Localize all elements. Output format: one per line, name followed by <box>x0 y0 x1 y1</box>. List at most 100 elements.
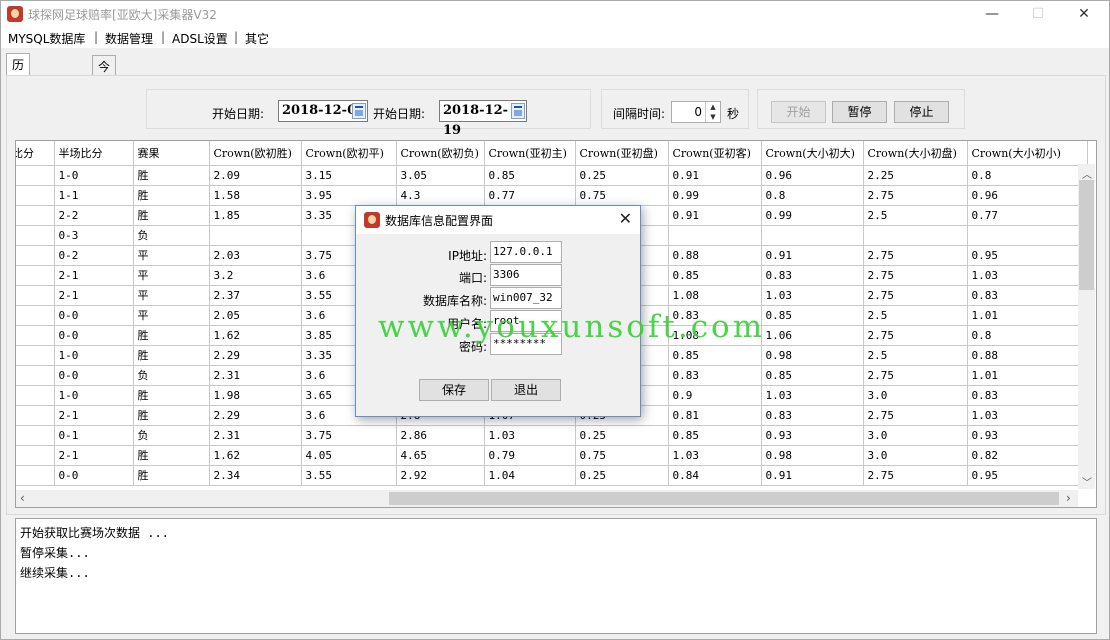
table-cell[interactable]: 0-0 <box>54 465 134 486</box>
horizontal-scroll-thumb[interactable] <box>389 492 1059 505</box>
table-cell[interactable]: 1.08 <box>668 285 762 306</box>
table-cell[interactable] <box>668 225 762 246</box>
table-cell[interactable]: 1.03 <box>967 265 1088 286</box>
table-cell[interactable]: 2.75 <box>863 265 968 286</box>
column-header[interactable]: Crown(亚初盘) <box>575 141 669 166</box>
table-cell[interactable]: 负 <box>133 365 210 386</box>
column-header[interactable]: Crown(欧初胜) <box>209 141 302 166</box>
table-cell[interactable]: 1-1 <box>54 185 134 206</box>
table-cell[interactable]: 0.99 <box>761 205 864 226</box>
table-cell[interactable]: 2-1 <box>54 265 134 286</box>
table-cell[interactable]: 1.98 <box>209 385 302 406</box>
table-cell[interactable]: 0.95 <box>967 465 1088 486</box>
table-cell[interactable]: 2-1 <box>54 285 134 306</box>
table-cell[interactable]: 0.8 <box>967 165 1088 186</box>
table-cell[interactable]: 胜 <box>133 385 210 406</box>
table-cell[interactable]: 胜 <box>133 185 210 206</box>
table-cell[interactable]: 1.01 <box>967 365 1088 386</box>
dbname-field[interactable]: win007_32 <box>490 287 562 309</box>
table-cell[interactable]: 1.06 <box>761 325 864 346</box>
table-cell[interactable]: 3.55 <box>301 465 397 486</box>
table-cell[interactable]: 0.75 <box>575 185 669 206</box>
column-header[interactable]: 赛果 <box>133 141 210 166</box>
table-cell[interactable] <box>16 465 55 486</box>
table-cell[interactable]: 0.84 <box>668 465 762 486</box>
table-cell[interactable]: 3.75 <box>301 425 397 446</box>
table-cell[interactable]: 2.75 <box>863 465 968 486</box>
table-cell[interactable]: 0.83 <box>668 365 762 386</box>
table-cell[interactable]: 0.99 <box>668 185 762 206</box>
column-header[interactable]: Crown(大小初大) <box>761 141 864 166</box>
table-cell[interactable]: 0.8 <box>967 325 1088 346</box>
vertical-scroll-thumb[interactable] <box>1079 180 1094 290</box>
pause-button[interactable]: 暂停 <box>832 101 887 123</box>
table-cell[interactable]: 4.3 <box>396 185 485 206</box>
table-cell[interactable]: 0.85 <box>668 265 762 286</box>
table-cell[interactable]: 0.91 <box>761 465 864 486</box>
table-cell[interactable]: 2.75 <box>863 325 968 346</box>
table-cell[interactable]: 1-0 <box>54 385 134 406</box>
table-cell[interactable]: 2.29 <box>209 345 302 366</box>
horizontal-scrollbar[interactable]: ‹ › <box>16 490 1078 507</box>
table-cell[interactable]: 负 <box>133 225 210 246</box>
table-cell[interactable]: 1.03 <box>668 445 762 466</box>
table-cell[interactable]: 0.83 <box>967 385 1088 406</box>
table-cell[interactable]: 2-1 <box>54 445 134 466</box>
save-button[interactable]: 保存 <box>419 379 489 401</box>
ip-field[interactable]: 127.0.0.1 <box>490 241 562 263</box>
table-cell[interactable]: 1-0 <box>54 165 134 186</box>
table-cell[interactable] <box>16 185 55 206</box>
table-cell[interactable]: 2-2 <box>54 205 134 226</box>
table-cell[interactable] <box>16 165 55 186</box>
table-cell[interactable]: 胜 <box>133 205 210 226</box>
table-cell[interactable]: 0-2 <box>54 245 134 266</box>
table-cell[interactable]: 1.03 <box>761 285 864 306</box>
table-cell[interactable]: 0-0 <box>54 365 134 386</box>
table-cell[interactable] <box>16 225 55 246</box>
table-cell[interactable] <box>16 285 55 306</box>
table-cell[interactable]: 2.31 <box>209 425 302 446</box>
start-date-picker[interactable]: 2018-12-01 <box>278 100 368 122</box>
table-cell[interactable]: 4.05 <box>301 445 397 466</box>
table-cell[interactable]: 3.0 <box>863 445 968 466</box>
table-cell[interactable]: 1.01 <box>967 305 1088 326</box>
table-cell[interactable] <box>209 225 302 246</box>
table-row[interactable]: 2-1 胜 1.62 4.05 4.65 0.79 0.75 1.03 0.98 3.0 0.82 <box>16 445 1088 466</box>
table-cell[interactable]: 2.25 <box>863 165 968 186</box>
table-cell[interactable] <box>16 205 55 226</box>
port-field[interactable]: 3306 <box>490 264 562 286</box>
table-cell[interactable]: 0.8 <box>761 185 864 206</box>
table-cell[interactable]: 2.37 <box>209 285 302 306</box>
column-header[interactable]: 比分 <box>16 141 55 166</box>
table-cell[interactable]: 0.88 <box>967 345 1088 366</box>
spinner-arrows-icon[interactable]: ▲ ▼ <box>705 102 720 122</box>
table-cell[interactable]: 0.85 <box>668 425 762 446</box>
table-cell[interactable]: 2.86 <box>396 425 485 446</box>
scroll-left-arrow-icon[interactable]: ‹ <box>20 491 25 505</box>
table-cell[interactable]: 0.25 <box>575 165 669 186</box>
table-cell[interactable]: 0.25 <box>575 425 669 446</box>
table-cell[interactable]: 0-0 <box>54 325 134 346</box>
table-cell[interactable]: 平 <box>133 285 210 306</box>
table-cell[interactable] <box>16 365 55 386</box>
table-cell[interactable]: 0.75 <box>575 445 669 466</box>
column-header[interactable]: Crown(欧初平) <box>301 141 397 166</box>
table-cell[interactable]: 平 <box>133 245 210 266</box>
maximize-button[interactable]: ☐ <box>1015 1 1061 28</box>
table-cell[interactable]: 1.03 <box>967 405 1088 426</box>
table-cell[interactable]: 2.5 <box>863 305 968 326</box>
table-cell[interactable]: 0-0 <box>54 305 134 326</box>
table-cell[interactable]: 2.75 <box>863 185 968 206</box>
table-cell[interactable]: 1.58 <box>209 185 302 206</box>
table-cell[interactable]: 3.05 <box>396 165 485 186</box>
table-cell[interactable]: 胜 <box>133 465 210 486</box>
table-cell[interactable]: 胜 <box>133 325 210 346</box>
calendar-icon[interactable] <box>511 103 525 119</box>
table-cell[interactable]: 2.92 <box>396 465 485 486</box>
scroll-up-arrow-icon[interactable]: ︿ <box>1082 166 1092 181</box>
table-cell[interactable]: 0.95 <box>967 245 1088 266</box>
table-cell[interactable]: 胜 <box>133 345 210 366</box>
table-cell[interactable]: 3.2 <box>209 265 302 286</box>
table-cell[interactable]: 0-3 <box>54 225 134 246</box>
table-cell[interactable]: 平 <box>133 265 210 286</box>
